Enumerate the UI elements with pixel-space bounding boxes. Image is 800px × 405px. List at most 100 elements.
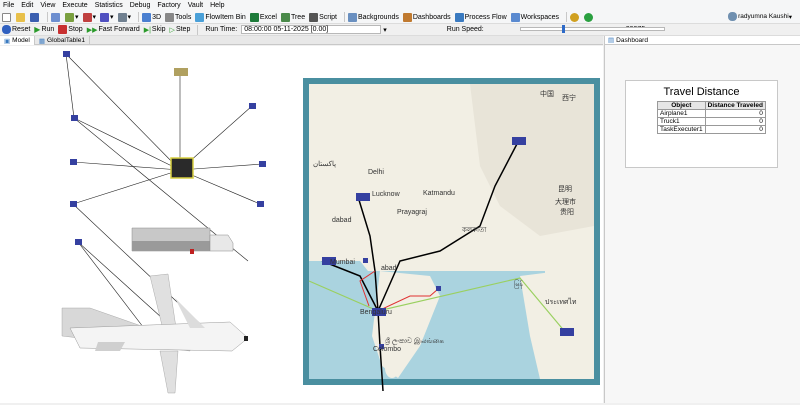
run-button[interactable]: ▶ Run	[34, 25, 54, 34]
chevron-down-icon: ▾	[788, 13, 792, 21]
chevron-down-icon[interactable]: ▾	[383, 26, 387, 34]
map-label-colombo: Colombo	[373, 346, 401, 353]
menu-debug[interactable]: Debug	[130, 2, 151, 9]
tools-button[interactable]: Tools	[165, 12, 191, 22]
menu-edit[interactable]: Edit	[21, 2, 33, 9]
menu-execute[interactable]: Execute	[62, 2, 87, 9]
model-tab-strip: ▣ Model ▦ GlobalTable1	[0, 36, 603, 45]
run-time-value: 08:00:00 05-11-2025 [0.00]	[244, 26, 329, 33]
network-nodes	[63, 51, 266, 245]
map-label-lucknow: Lucknow	[372, 191, 401, 198]
map-label-ahmedabad: dabad	[332, 217, 352, 224]
model-3d-view[interactable]: 中国 西宁 پاکستان Delhi Lucknow Katmandu Pra…	[0, 46, 603, 403]
dashboards-icon	[402, 12, 412, 22]
process-flow-icon	[454, 12, 464, 22]
color-button[interactable]: ▾	[100, 12, 114, 22]
help-button[interactable]	[584, 12, 594, 22]
table-header-row: Object Distance Traveled	[657, 101, 766, 110]
select-mode-button[interactable]	[51, 12, 61, 22]
task-executer-model[interactable]	[174, 68, 188, 76]
run-time-field[interactable]: 08:00:00 05-11-2025 [0.00]	[241, 25, 382, 34]
draw-button[interactable]: ▾	[82, 12, 96, 22]
model-canvas[interactable]: 中国 西宁 پاکستان Delhi Lucknow Katmandu Pra…	[0, 46, 603, 403]
stop-label: Stop	[68, 26, 83, 33]
dashboard-icon: ▤	[608, 37, 615, 44]
airplane-model[interactable]	[61, 273, 249, 394]
connect-button[interactable]: ▾	[65, 12, 79, 22]
tab-global-table-label: GlobalTable1	[47, 37, 85, 44]
flowitem-bin-label: FlowItem Bin	[205, 13, 246, 21]
settings-button[interactable]	[570, 12, 580, 22]
dashboards-button[interactable]: Dashboards	[402, 12, 451, 22]
flowitem-bin-icon	[195, 12, 205, 22]
workspaces-button[interactable]: Workspaces	[510, 12, 560, 22]
toolbar-divider	[344, 12, 345, 22]
new-file-button[interactable]	[2, 12, 12, 22]
skip-icon: ▶|	[143, 26, 151, 34]
node-marker[interactable]	[259, 161, 266, 167]
skip-button[interactable]: ▶| Skip	[144, 26, 166, 34]
toolbar-divider	[138, 12, 140, 22]
menu-statistics[interactable]: Statistics	[95, 2, 123, 9]
user-name: radyumna Kaushi	[738, 13, 789, 20]
table-cell-distance: 0	[704, 125, 766, 134]
run-speed-slider-thumb[interactable]	[562, 25, 565, 33]
excel-button[interactable]: Excel	[249, 12, 277, 22]
route-node-marker[interactable]	[560, 328, 574, 336]
table-row: TaskExecuter1 0	[657, 125, 766, 134]
table-row: Airplane1 0	[657, 109, 766, 118]
node-marker[interactable]	[63, 51, 70, 57]
network-hub-model[interactable]	[170, 157, 194, 179]
backgrounds-button[interactable]: Backgrounds	[348, 12, 399, 22]
open-folder-button[interactable]	[16, 12, 26, 22]
table-cell-object: TaskExecuter1	[657, 125, 706, 134]
3d-label: 3D	[152, 13, 162, 21]
node-marker[interactable]	[71, 115, 78, 121]
node-marker[interactable]	[257, 201, 264, 207]
map-label-delhi: Delhi	[368, 169, 384, 176]
truck-model[interactable]	[131, 227, 234, 254]
tab-global-table[interactable]: ▦ GlobalTable1	[35, 36, 90, 45]
script-icon	[309, 12, 319, 22]
script-button[interactable]: Script	[309, 12, 337, 22]
route-node-marker[interactable]	[512, 137, 526, 145]
tree-button[interactable]: Tree	[280, 12, 305, 22]
menu-help[interactable]: Help	[210, 2, 224, 9]
tools-icon	[165, 12, 175, 22]
dashboards-label: Dashboards	[412, 13, 451, 21]
menu-view[interactable]: View	[40, 2, 55, 9]
workspaces-icon	[510, 12, 520, 22]
node-marker[interactable]	[249, 103, 256, 109]
gear-icon	[570, 12, 580, 22]
run-speed-label: Run Speed:	[446, 26, 484, 33]
view-options-button[interactable]: ▾	[117, 12, 131, 22]
menu-vault[interactable]: Vault	[188, 2, 203, 9]
workspaces-label: Workspaces	[520, 13, 560, 21]
node-marker[interactable]	[75, 239, 82, 245]
node-marker[interactable]	[70, 159, 77, 165]
reset-button[interactable]: Reset	[2, 25, 30, 34]
main-toolbar: ▾ ▾ ▾ ▾ 3D Tools FlowItem Bin Excel Tree…	[0, 11, 800, 24]
stop-button[interactable]: Stop	[58, 25, 83, 34]
3d-view-button[interactable]: 3D	[142, 12, 162, 22]
node-marker[interactable]	[70, 201, 77, 207]
step-button[interactable]: ▷ Step	[170, 26, 191, 34]
map-label-pakistan: پاکستان	[313, 160, 336, 168]
tab-model[interactable]: ▣ Model	[0, 36, 35, 45]
route-node-marker[interactable]	[436, 286, 441, 291]
route-node-marker[interactable]	[363, 258, 368, 263]
process-flow-button[interactable]: Process Flow	[454, 12, 507, 22]
map-label-dali: 大理市	[555, 197, 576, 206]
save-button[interactable]	[30, 12, 40, 22]
tab-dashboard-label: Dashboard	[616, 36, 648, 44]
fast-forward-button[interactable]: ▶▶ Fast Forward	[87, 26, 140, 34]
menu-factory[interactable]: Factory	[157, 2, 180, 9]
flowitem-bin-button[interactable]: FlowItem Bin	[195, 12, 246, 22]
run-speed-slider[interactable]	[520, 27, 665, 31]
travel-distance-widget[interactable]: Travel Distance Object Distance Traveled…	[625, 80, 778, 168]
step-label: Step	[175, 26, 191, 33]
user-account[interactable]: radyumna Kaushi ▾	[728, 12, 792, 21]
menu-file[interactable]: File	[3, 2, 14, 9]
route-node-marker[interactable]	[356, 193, 370, 201]
tab-dashboard[interactable]: ▤ Dashboard	[605, 36, 800, 45]
